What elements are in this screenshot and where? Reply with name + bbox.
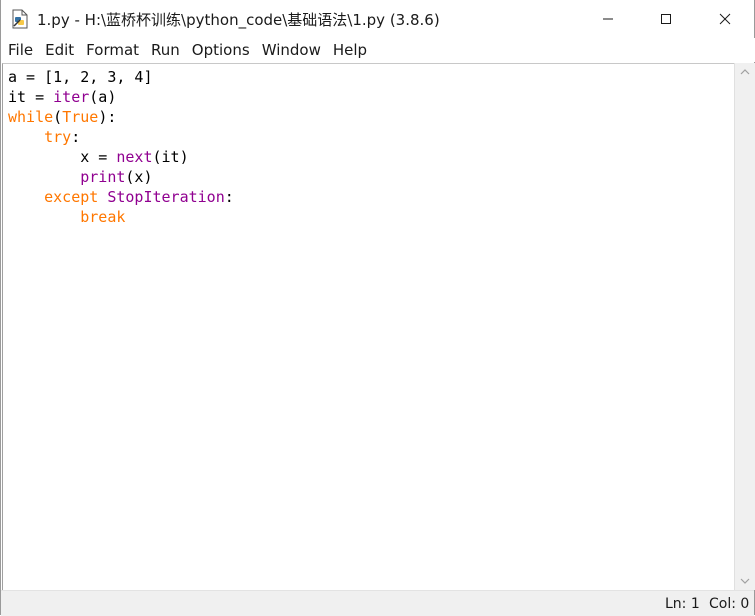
menu-options[interactable]: Options [186, 38, 256, 62]
code-token-plain: (x) [125, 168, 153, 186]
code-line[interactable]: a = [1, 2, 3, 4] [8, 67, 234, 87]
menu-help[interactable]: Help [327, 38, 373, 62]
code-token-plain: : [71, 128, 81, 146]
code-token-plain: (it) [152, 148, 189, 166]
menu-file[interactable]: File [2, 38, 39, 62]
scroll-up-button[interactable] [735, 63, 755, 81]
code-token-builtin: iter [53, 88, 90, 106]
code-line[interactable]: x = next(it) [8, 147, 234, 167]
code-line[interactable]: it = iter(a) [8, 87, 234, 107]
menu-format[interactable]: Format [80, 38, 145, 62]
menu-run[interactable]: Run [145, 38, 186, 62]
code-line[interactable]: except StopIteration: [8, 187, 234, 207]
code-editor[interactable]: a = [1, 2, 3, 4] it = iter(a) while(True):… [2, 63, 734, 590]
maximize-button[interactable] [637, 0, 695, 38]
title-bar[interactable]: 1.py - H:\蓝桥杯训练\python_code\基础语法\1.py (3… [1, 0, 754, 38]
code-token-kw: break [80, 208, 126, 226]
code-line[interactable]: break [8, 207, 234, 227]
code-line[interactable]: try: [8, 127, 234, 147]
vertical-scrollbar[interactable] [734, 63, 755, 590]
status-line-number: Ln: 1 [665, 596, 700, 612]
idle-editor-window: 1.py - H:\蓝桥杯训练\python_code\基础语法\1.py (3… [0, 0, 755, 616]
code-token-plain: x = [8, 148, 117, 166]
code-token-kw: try [44, 128, 72, 146]
code-token-builtin: next [116, 148, 153, 166]
code-token-builtin: print [80, 168, 126, 186]
maximize-icon [661, 14, 671, 24]
code-token-kw: except [44, 188, 99, 206]
python-file-icon [11, 9, 29, 29]
chevron-up-icon [740, 69, 750, 75]
code-token-builtin: StopIteration [107, 188, 225, 206]
code-token-kw: while [8, 108, 54, 126]
code-token-plain: it = [8, 88, 54, 106]
minimize-icon [603, 18, 613, 20]
code-token-plain: ): [98, 108, 117, 126]
code-text[interactable]: a = [1, 2, 3, 4] it = iter(a) while(True):… [8, 67, 234, 227]
status-column-number: Col: 0 [709, 596, 750, 612]
code-token-plain: : [224, 188, 234, 206]
code-token-plain: a = [1, 2, 3, 4] [8, 68, 153, 86]
menu-edit[interactable]: Edit [39, 38, 80, 62]
code-token-kw: True [62, 108, 99, 126]
status-bar: Ln: 1 Col: 0 [1, 590, 754, 616]
menu-window[interactable]: Window [256, 38, 327, 62]
chevron-down-icon [740, 578, 750, 584]
menu-bar: File Edit Format Run Options Window Help [1, 38, 755, 62]
code-line[interactable]: while(True): [8, 107, 234, 127]
window-title: 1.py - H:\蓝桥杯训练\python_code\基础语法\1.py (3… [37, 11, 440, 29]
minimize-button[interactable] [579, 0, 637, 38]
code-token-plain: (a) [89, 88, 117, 106]
code-token-plain: ( [53, 108, 63, 126]
code-line[interactable]: print(x) [8, 167, 234, 187]
close-icon [719, 13, 731, 25]
close-button[interactable] [696, 0, 754, 38]
scroll-down-button[interactable] [735, 572, 755, 590]
